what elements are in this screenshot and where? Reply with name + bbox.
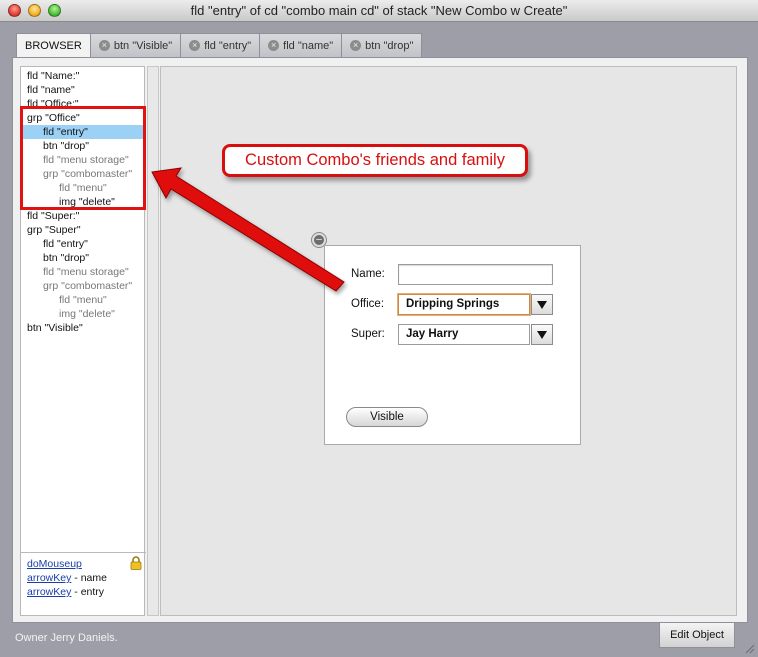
close-circle-icon[interactable]: × xyxy=(189,40,201,51)
handler-item: doMouseup xyxy=(27,557,107,571)
tree-item[interactable]: img "delete" xyxy=(21,307,146,321)
tree-item[interactable]: fld "entry" xyxy=(21,237,146,251)
tab-label: BROWSER xyxy=(25,39,82,52)
tab-3[interactable]: × fld "name" xyxy=(259,33,343,57)
edit-object-button[interactable]: Edit Object xyxy=(659,623,735,648)
office-drop-button[interactable] xyxy=(531,294,553,315)
tree-item[interactable]: btn "drop" xyxy=(21,251,146,265)
owner-text: Owner Jerry Daniels. xyxy=(15,632,118,644)
tab-label: btn "Visible" xyxy=(113,39,173,52)
tab-1[interactable]: × btn "Visible" xyxy=(89,33,182,57)
tree-item[interactable]: fld "menu" xyxy=(21,293,146,307)
title-bar: fld "entry" of cd "combo main cd" of sta… xyxy=(0,0,758,22)
lock-icon[interactable] xyxy=(130,556,142,570)
resize-grip-icon[interactable] xyxy=(743,642,755,654)
tree-item[interactable]: btn "Visible" xyxy=(21,321,146,335)
tab-0[interactable]: BROWSER xyxy=(16,33,91,57)
super-drop-button[interactable] xyxy=(531,324,553,345)
triangle-down-icon xyxy=(537,330,547,339)
handler-link[interactable]: arrowKey xyxy=(27,572,71,584)
close-circle-icon[interactable]: × xyxy=(98,40,110,51)
tree-item[interactable]: fld "Name:" xyxy=(21,69,146,83)
super-label: Super: xyxy=(351,328,385,340)
sidebar-splitter[interactable] xyxy=(147,66,159,616)
name-field[interactable] xyxy=(398,264,553,285)
tab-label: btn "drop" xyxy=(365,39,414,52)
window-title: fld "entry" of cd "combo main cd" of sta… xyxy=(190,3,568,18)
handler-item: arrowKey - entry xyxy=(27,585,107,599)
handler-list: doMouseup arrowKey - name arrowKey - entry xyxy=(27,557,107,599)
name-label: Name: xyxy=(351,268,385,280)
handler-link[interactable]: arrowKey xyxy=(27,586,71,598)
tree-item[interactable]: fld "menu storage" xyxy=(21,265,146,279)
tab-2[interactable]: × fld "entry" xyxy=(180,33,261,57)
tree-item[interactable]: fld "name" xyxy=(21,83,146,97)
close-circle-icon[interactable]: × xyxy=(350,40,362,51)
close-circle-icon[interactable]: × xyxy=(268,40,280,51)
visible-button[interactable]: Visible xyxy=(346,407,428,427)
combo-card: Name: Office: Dripping Springs Super: Ja… xyxy=(324,245,581,445)
window: fld "entry" of cd "combo main cd" of sta… xyxy=(0,0,758,657)
tab-label: fld "entry" xyxy=(204,39,252,52)
annotation-callout: Custom Combo's friends and family xyxy=(222,144,528,177)
tree-item[interactable]: grp "Super" xyxy=(21,223,146,237)
sidebar-divider xyxy=(21,552,146,553)
handler-link[interactable]: doMouseup xyxy=(27,558,82,570)
handler-target: - name xyxy=(71,572,107,584)
office-label: Office: xyxy=(351,298,385,310)
handler-target: - entry xyxy=(71,586,105,598)
super-entry-field[interactable]: Jay Harry xyxy=(398,324,530,345)
handler-item: arrowKey - name xyxy=(27,571,107,585)
office-entry-field[interactable]: Dripping Springs xyxy=(398,294,530,315)
triangle-down-icon xyxy=(537,300,547,309)
tab-bar: BROWSER × btn "Visible" × fld "entry" × fld "n… xyxy=(16,33,423,57)
tab-label: fld "name" xyxy=(283,39,334,52)
tab-4[interactable]: × btn "drop" xyxy=(341,33,423,57)
annotation-highlight-box xyxy=(20,106,146,210)
tree-item[interactable]: grp "combomaster" xyxy=(21,279,146,293)
tree-item[interactable]: fld "Super:" xyxy=(21,209,146,223)
